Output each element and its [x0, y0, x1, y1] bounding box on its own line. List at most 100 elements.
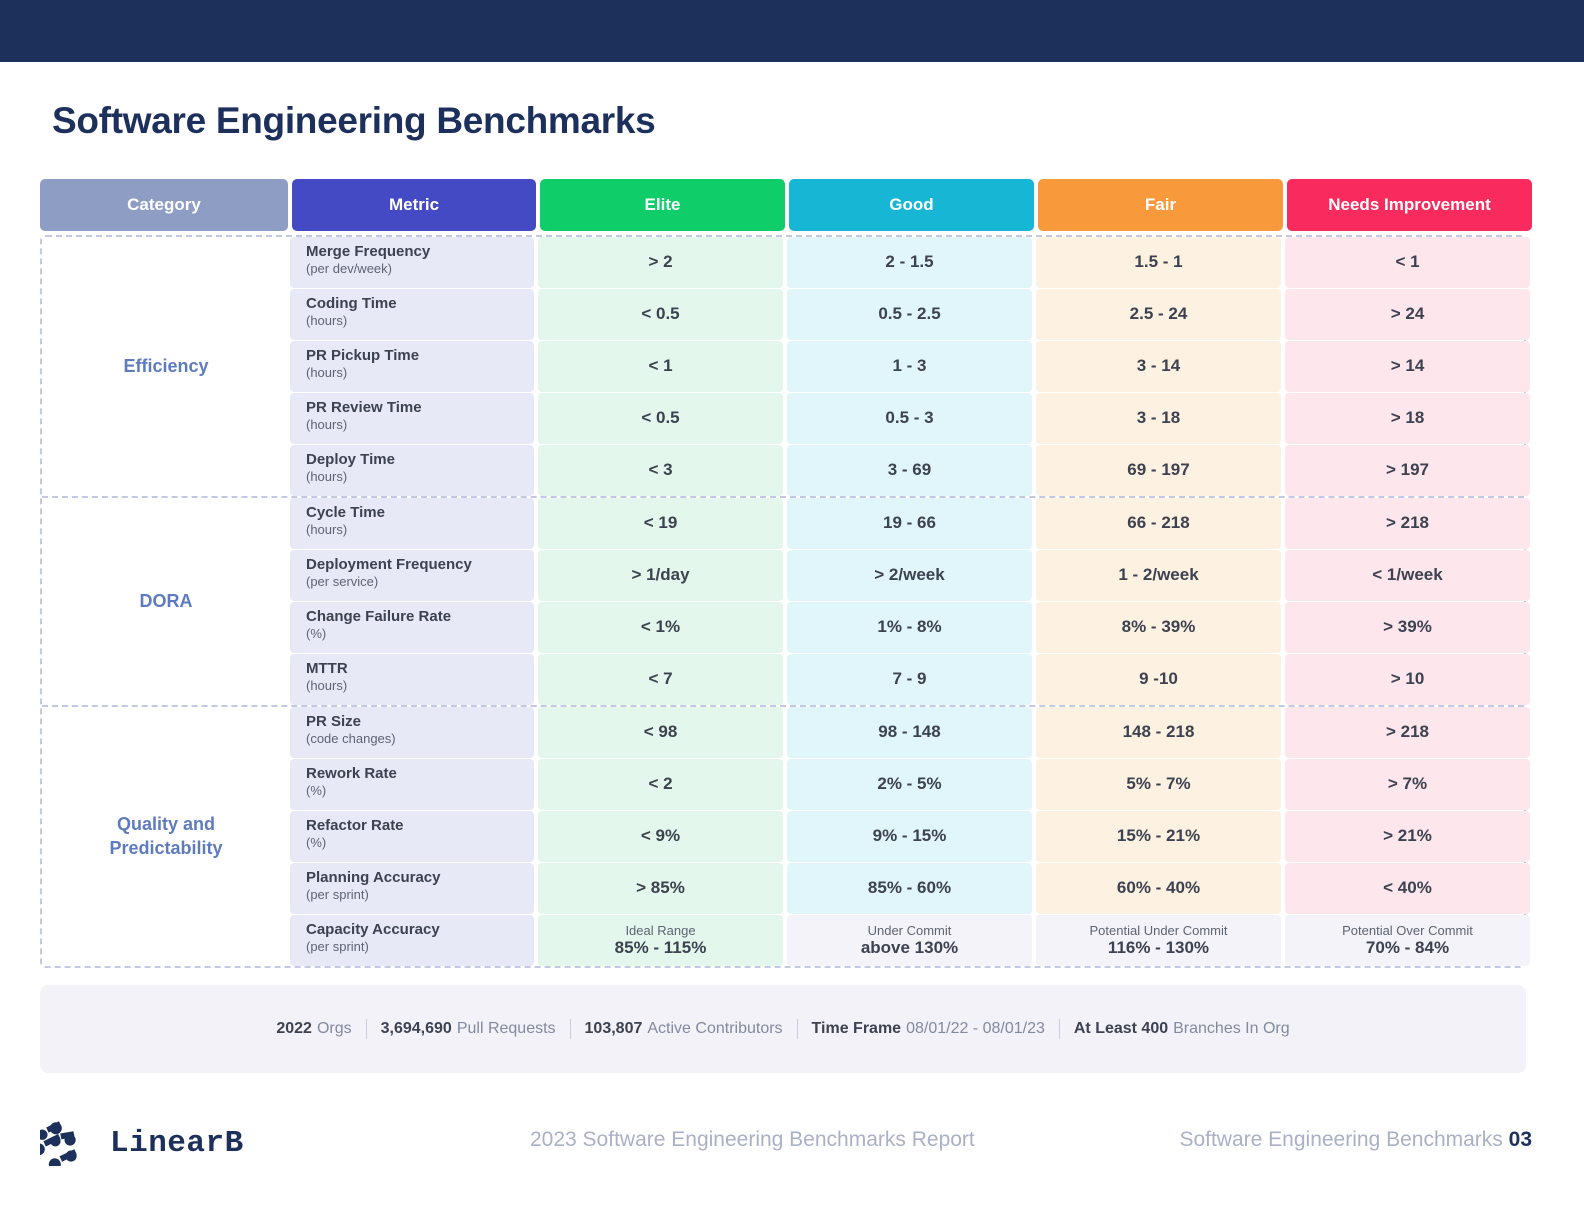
top-accent-bar	[0, 0, 1584, 62]
header-needs-improvement: Needs Improvement	[1287, 179, 1532, 231]
value-cell-fair: 8% - 39%	[1036, 602, 1281, 653]
value-cell-elite: Ideal Range 85% - 115%	[538, 915, 783, 966]
linearb-wordmark: LinearB	[110, 1125, 244, 1161]
stat-separator	[1058, 1019, 1060, 1039]
metric-cell: Merge Frequency (per dev/week)	[290, 237, 534, 288]
value-text: 0.5 - 3	[885, 408, 934, 428]
group-rows: Cycle Time (hours) < 19 19 - 66 66 - 218 > 21…	[290, 498, 1530, 705]
value-text: < 98	[643, 722, 678, 742]
linearb-logo[interactable]: LinearB	[40, 1120, 244, 1166]
metric-cell: Deployment Frequency (per service)	[290, 550, 534, 601]
stat-separator	[569, 1019, 571, 1039]
value-text: 9% - 15%	[872, 826, 947, 846]
metric-cell: PR Pickup Time (hours)	[290, 341, 534, 392]
value-cell-fair: Potential Under Commit 116% - 130%	[1036, 915, 1281, 966]
value-text: 1 - 2/week	[1118, 565, 1199, 585]
value-cell-fair: 1 - 2/week	[1036, 550, 1281, 601]
metric-name: Planning Accuracy	[306, 869, 441, 886]
header-fair: Fair	[1038, 179, 1283, 231]
value-text: 2% - 5%	[877, 774, 942, 794]
value-cell-needs: < 1/week	[1285, 550, 1530, 601]
value-cell-needs: > 24	[1285, 289, 1530, 340]
value-cell-good: 1 - 3	[787, 341, 1032, 392]
group-rows: Merge Frequency (per dev/week) > 2 2 - 1.5 1…	[290, 237, 1530, 496]
value-cell-needs: Potential Over Commit 70% - 84%	[1285, 915, 1530, 966]
value-text: < 1%	[640, 617, 681, 637]
value-text: > 24	[1390, 304, 1425, 324]
group-rows: PR Size (code changes) < 98 98 - 148 148 - 2…	[290, 707, 1530, 966]
stat-label: Active Contributors	[647, 1020, 783, 1037]
stat-value: At Least 400	[1073, 1020, 1169, 1037]
value-text: 1 - 3	[892, 356, 927, 376]
header-good: Good	[789, 179, 1034, 231]
value-cell-elite: < 0.5	[538, 393, 783, 444]
table-header-row: Category Metric Elite Good Fair Needs Im…	[40, 179, 1532, 231]
value-text: < 1	[648, 356, 673, 376]
metric-name: Refactor Rate	[306, 817, 404, 834]
value-cell-good: 3 - 69	[787, 445, 1032, 496]
stat-item: 3,694,690 Pull Requests	[381, 1020, 556, 1038]
stat-label: Branches In Org	[1173, 1020, 1290, 1037]
summary-stats-bar: 2022 Orgs 3,694,690 Pull Requests 103,807 Act…	[40, 985, 1526, 1073]
value-text: 9 -10	[1139, 669, 1178, 689]
metric-name: Capacity Accuracy	[306, 921, 440, 938]
stat-item: 2022 Orgs	[276, 1020, 351, 1038]
value-text: above 130%	[860, 937, 959, 957]
value-text: > 218	[1385, 513, 1429, 533]
value-text: 70% - 84%	[1365, 937, 1450, 957]
value-text: > 85%	[636, 878, 685, 898]
footer-report-title: 2023 Software Engineering Benchmarks Rep…	[530, 1128, 975, 1151]
metric-cell: PR Size (code changes)	[290, 707, 534, 758]
table-row: Refactor Rate (%) < 9% 9% - 15% 15% - 21% > 2…	[290, 811, 1530, 862]
category-label: Efficiency	[123, 355, 209, 376]
value-cell-elite: < 0.5	[538, 289, 783, 340]
table-row: Coding Time (hours) < 0.5 0.5 - 2.5 2.5 - 24…	[290, 289, 1530, 340]
value-cell-fair: 5% - 7%	[1036, 759, 1281, 810]
table-body: Efficiency Merge Frequency (per dev/week) >…	[40, 235, 1530, 968]
value-text: 2 - 1.5	[885, 252, 934, 272]
value-cell-good: 7 - 9	[787, 654, 1032, 705]
metric-unit: (%)	[306, 626, 327, 642]
table-group: Efficiency Merge Frequency (per dev/week) >…	[42, 237, 1530, 498]
header-elite: Elite	[540, 179, 785, 231]
metric-cell: Planning Accuracy (per sprint)	[290, 863, 534, 914]
value-sublabel: Potential Under Commit	[1089, 922, 1228, 938]
value-cell-fair: 3 - 14	[1036, 341, 1281, 392]
value-text: 7 - 9	[892, 669, 927, 689]
summary-stats-list: 2022 Orgs 3,694,690 Pull Requests 103,807 Act…	[276, 1019, 1290, 1039]
metric-name: PR Review Time	[306, 399, 422, 416]
metric-unit: (per dev/week)	[306, 261, 392, 277]
stat-separator	[365, 1019, 367, 1039]
value-text: 3 - 14	[1136, 356, 1181, 376]
table-row: PR Size (code changes) < 98 98 - 148 148 - 2…	[290, 707, 1530, 758]
value-cell-good: 0.5 - 3	[787, 393, 1032, 444]
metric-unit: (per service)	[306, 574, 379, 590]
value-cell-good: 19 - 66	[787, 498, 1032, 549]
value-text: > 2	[648, 252, 673, 272]
value-text: > 21%	[1383, 826, 1432, 846]
stat-item: 103,807 Active Contributors	[585, 1020, 783, 1038]
metric-name: MTTR	[306, 660, 348, 677]
value-text: < 2	[648, 774, 673, 794]
value-cell-elite: < 98	[538, 707, 783, 758]
value-text: 66 - 218	[1127, 513, 1190, 533]
value-text: < 0.5	[641, 304, 680, 324]
value-cell-good: > 2/week	[787, 550, 1032, 601]
table-row: Merge Frequency (per dev/week) > 2 2 - 1.5 1…	[290, 237, 1530, 288]
metric-cell: Deploy Time (hours)	[290, 445, 534, 496]
value-cell-elite: < 1%	[538, 602, 783, 653]
value-cell-needs: > 14	[1285, 341, 1530, 392]
value-sublabel: Ideal Range	[625, 922, 696, 938]
value-text: > 2/week	[874, 565, 945, 585]
value-text: 2.5 - 24	[1129, 304, 1188, 324]
value-text: > 1/day	[631, 565, 690, 585]
footer-page-number: 03	[1508, 1128, 1532, 1151]
value-cell-elite: > 85%	[538, 863, 783, 914]
value-cell-needs: < 40%	[1285, 863, 1530, 914]
metric-unit: (per sprint)	[306, 887, 369, 903]
value-sublabel: Potential Over Commit	[1342, 922, 1473, 938]
value-cell-fair: 148 - 218	[1036, 707, 1281, 758]
metric-cell: MTTR (hours)	[290, 654, 534, 705]
value-text: > 218	[1385, 722, 1429, 742]
metric-name: Change Failure Rate	[306, 608, 452, 625]
